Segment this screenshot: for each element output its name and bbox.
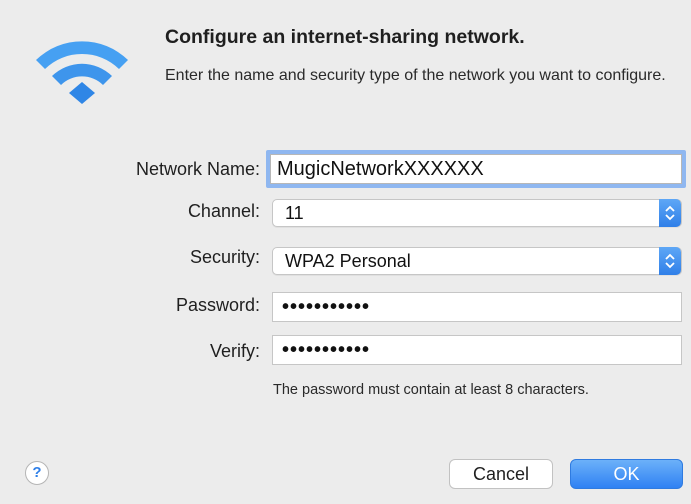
verify-label: Verify: [209, 341, 260, 361]
ok-button[interactable]: OK [570, 459, 683, 489]
verify-field[interactable]: ••••••••••• [272, 335, 682, 365]
verify-value: ••••••••••• [282, 339, 371, 361]
wifi-icon [36, 41, 128, 104]
channel-value: 11 [285, 203, 304, 223]
network-name-field[interactable]: MugicNetworkXXXXXX [266, 150, 686, 188]
security-select[interactable]: WPA2 Personal [272, 247, 682, 275]
password-hint: The password must contain at least 8 cha… [273, 382, 589, 398]
dialog-title: Configure an internet-sharing network. [165, 26, 525, 48]
cancel-button[interactable]: Cancel [449, 459, 553, 489]
dialog-subtitle: Enter the name and security type of the … [165, 67, 666, 84]
security-value: WPA2 Personal [285, 251, 411, 271]
password-field[interactable]: ••••••••••• [272, 292, 682, 322]
network-name-label: Network Name: [135, 159, 260, 179]
channel-label: Channel: [187, 201, 260, 221]
password-label: Password: [175, 295, 260, 315]
chevron-up-down-icon [659, 199, 681, 227]
password-value: ••••••••••• [282, 296, 371, 318]
help-button[interactable]: ? [25, 461, 49, 485]
channel-select[interactable]: 11 [272, 199, 682, 227]
chevron-up-down-icon [659, 247, 681, 275]
security-label: Security: [189, 247, 260, 267]
